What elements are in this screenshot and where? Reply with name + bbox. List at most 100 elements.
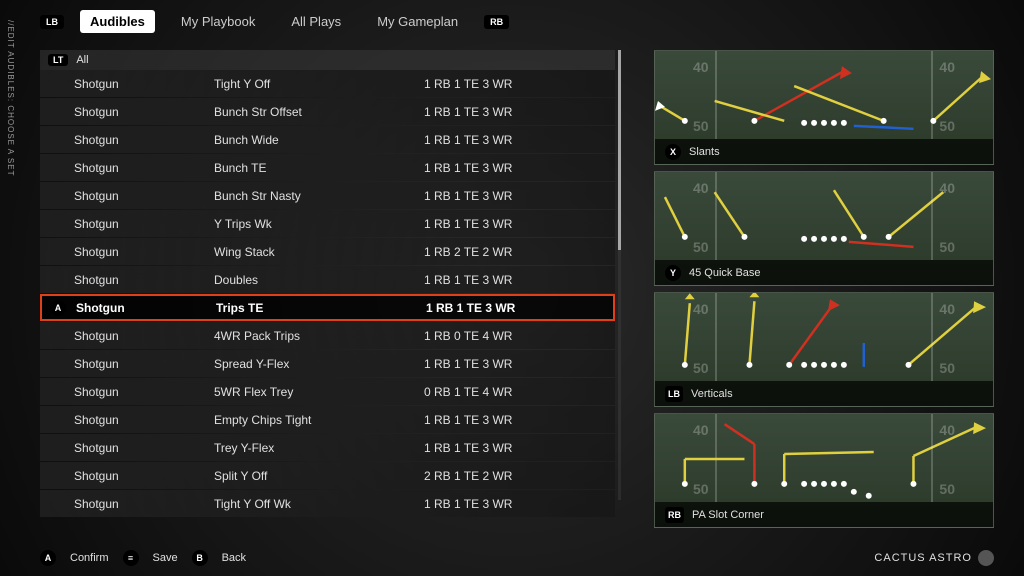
- formation-label: Shotgun: [74, 385, 214, 399]
- filter-row[interactable]: LT All: [40, 50, 615, 70]
- play-name-label: Tight Y Off: [214, 77, 424, 91]
- formation-label: Shotgun: [74, 329, 214, 343]
- play-name-label: Spread Y-Flex: [214, 357, 424, 371]
- back-label: Back: [222, 552, 246, 564]
- filter-label: All: [76, 54, 88, 66]
- tab-all-plays[interactable]: All Plays: [281, 10, 351, 33]
- play-row[interactable]: ShotgunBunch Str Nasty1 RB 1 TE 3 WR: [40, 182, 615, 209]
- play-name-label: Trey Y-Flex: [214, 441, 424, 455]
- plays-panel: LT All ShotgunTight Y Off1 RB 1 TE 3 WRS…: [40, 50, 615, 530]
- top-nav: LB Audibles My Playbook All Plays My Gam…: [40, 10, 509, 33]
- card-button-icon: Y: [665, 265, 681, 281]
- sidebar-context-label: //EDIT AUDIBLES: CHOOSE A SET: [6, 20, 15, 176]
- play-row[interactable]: ShotgunBunch Wide1 RB 1 TE 3 WR: [40, 126, 615, 153]
- personnel-label: 1 RB 1 TE 3 WR: [424, 217, 607, 231]
- audible-cards: 40 50 40 50 X Slants 40 50 40 50 Y 45 Qu…: [654, 50, 994, 528]
- card-footer: LB Verticals: [655, 381, 993, 406]
- personnel-label: 1 RB 1 TE 3 WR: [424, 413, 607, 427]
- card-footer: RB PA Slot Corner: [655, 502, 993, 527]
- play-row[interactable]: ShotgunTrey Y-Flex1 RB 1 TE 3 WR: [40, 434, 615, 461]
- back-button-icon[interactable]: B: [192, 550, 208, 566]
- bottom-bar: A Confirm ≡ Save B Back CACTUS ASTRO: [40, 550, 994, 566]
- play-name-label: Split Y Off: [214, 469, 424, 483]
- card-button-icon: X: [665, 144, 681, 160]
- formation-label: Shotgun: [74, 217, 214, 231]
- personnel-label: 1 RB 2 TE 2 WR: [424, 245, 607, 259]
- play-row[interactable]: ShotgunY Trips Wk1 RB 1 TE 3 WR: [40, 210, 615, 237]
- play-name-label: Trips TE: [216, 301, 426, 315]
- rb-bumper-icon[interactable]: RB: [484, 15, 509, 29]
- personnel-label: 1 RB 1 TE 3 WR: [424, 497, 607, 511]
- card-button-icon: RB: [665, 507, 684, 523]
- play-row[interactable]: ShotgunWing Stack1 RB 2 TE 2 WR: [40, 238, 615, 265]
- play-name-label: 5WR Flex Trey: [214, 385, 424, 399]
- play-name-label: Bunch Str Nasty: [214, 189, 424, 203]
- save-button-icon[interactable]: ≡: [123, 550, 139, 566]
- play-row[interactable]: ShotgunTight Y Off Wk1 RB 1 TE 3 WR: [40, 490, 615, 517]
- plays-list[interactable]: ShotgunTight Y Off1 RB 1 TE 3 WRShotgunB…: [40, 70, 615, 520]
- play-name-label: Tight Y Off Wk: [214, 497, 424, 511]
- formation-label: Shotgun: [74, 413, 214, 427]
- formation-label: Shotgun: [74, 133, 214, 147]
- personnel-label: 1 RB 0 TE 4 WR: [424, 329, 607, 343]
- tab-audibles[interactable]: Audibles: [80, 10, 155, 33]
- audible-card[interactable]: 40 50 40 50 X Slants: [654, 50, 994, 165]
- formation-label: Shotgun: [74, 357, 214, 371]
- audible-card[interactable]: 40 50 40 50 Y 45 Quick Base: [654, 171, 994, 286]
- audible-card[interactable]: 40 50 40 50 RB PA Slot Corner: [654, 413, 994, 528]
- card-play-name: Verticals: [691, 388, 733, 400]
- play-name-label: Bunch Wide: [214, 133, 424, 147]
- play-name-label: Bunch TE: [214, 161, 424, 175]
- play-name-label: Doubles: [214, 273, 424, 287]
- formation-label: Shotgun: [76, 301, 216, 315]
- play-row[interactable]: ShotgunSpread Y-Flex1 RB 1 TE 3 WR: [40, 350, 615, 377]
- save-label: Save: [153, 552, 178, 564]
- formation-label: Shotgun: [74, 273, 214, 287]
- personnel-label: 1 RB 1 TE 3 WR: [424, 161, 607, 175]
- confirm-button-icon[interactable]: A: [40, 550, 56, 566]
- card-button-icon: LB: [665, 386, 683, 402]
- card-play-name: 45 Quick Base: [689, 267, 761, 279]
- play-name-label: Y Trips Wk: [214, 217, 424, 231]
- formation-label: Shotgun: [74, 497, 214, 511]
- profile-icon: [978, 550, 994, 566]
- personnel-label: 1 RB 1 TE 3 WR: [424, 273, 607, 287]
- card-footer: Y 45 Quick Base: [655, 260, 993, 285]
- personnel-label: 1 RB 1 TE 3 WR: [424, 105, 607, 119]
- play-row[interactable]: ShotgunEmpty Chips Tight1 RB 1 TE 3 WR: [40, 406, 615, 433]
- card-play-name: PA Slot Corner: [692, 509, 764, 521]
- formation-label: Shotgun: [74, 441, 214, 455]
- personnel-label: 1 RB 1 TE 3 WR: [424, 357, 607, 371]
- audible-card[interactable]: 40 50 40 50 LB Verticals: [654, 292, 994, 407]
- play-row[interactable]: ShotgunBunch Str Offset1 RB 1 TE 3 WR: [40, 98, 615, 125]
- tab-my-gameplan[interactable]: My Gameplan: [367, 10, 468, 33]
- lt-icon: LT: [48, 54, 68, 66]
- lb-bumper-icon[interactable]: LB: [40, 15, 64, 29]
- play-row[interactable]: ShotgunTight Y Off1 RB 1 TE 3 WR: [40, 70, 615, 97]
- play-row[interactable]: Shotgun4WR Pack Trips1 RB 0 TE 4 WR: [40, 322, 615, 349]
- personnel-label: 1 RB 1 TE 3 WR: [424, 77, 607, 91]
- confirm-label: Confirm: [70, 552, 109, 564]
- formation-label: Shotgun: [74, 245, 214, 259]
- personnel-label: 2 RB 1 TE 2 WR: [424, 469, 607, 483]
- play-row[interactable]: ShotgunBunch TE1 RB 1 TE 3 WR: [40, 154, 615, 181]
- play-row[interactable]: ShotgunSplit Y Off2 RB 1 TE 2 WR: [40, 462, 615, 489]
- card-play-name: Slants: [689, 146, 720, 158]
- a-button-icon: A: [50, 300, 66, 316]
- play-name-label: Wing Stack: [214, 245, 424, 259]
- personnel-label: 1 RB 1 TE 3 WR: [424, 189, 607, 203]
- play-row[interactable]: ShotgunDoubles1 RB 1 TE 3 WR: [40, 266, 615, 293]
- card-footer: X Slants: [655, 139, 993, 164]
- play-row[interactable]: A ShotgunTrips TE1 RB 1 TE 3 WR: [40, 294, 615, 321]
- personnel-label: 1 RB 1 TE 3 WR: [424, 133, 607, 147]
- gamertag: CACTUS ASTRO: [874, 550, 994, 566]
- formation-label: Shotgun: [74, 77, 214, 91]
- scrollbar[interactable]: [618, 50, 621, 500]
- play-name-label: Empty Chips Tight: [214, 413, 424, 427]
- personnel-label: 1 RB 1 TE 3 WR: [426, 301, 605, 315]
- play-name-label: 4WR Pack Trips: [214, 329, 424, 343]
- tab-my-playbook[interactable]: My Playbook: [171, 10, 265, 33]
- personnel-label: 0 RB 1 TE 4 WR: [424, 385, 607, 399]
- personnel-label: 1 RB 1 TE 3 WR: [424, 441, 607, 455]
- play-row[interactable]: Shotgun5WR Flex Trey0 RB 1 TE 4 WR: [40, 378, 615, 405]
